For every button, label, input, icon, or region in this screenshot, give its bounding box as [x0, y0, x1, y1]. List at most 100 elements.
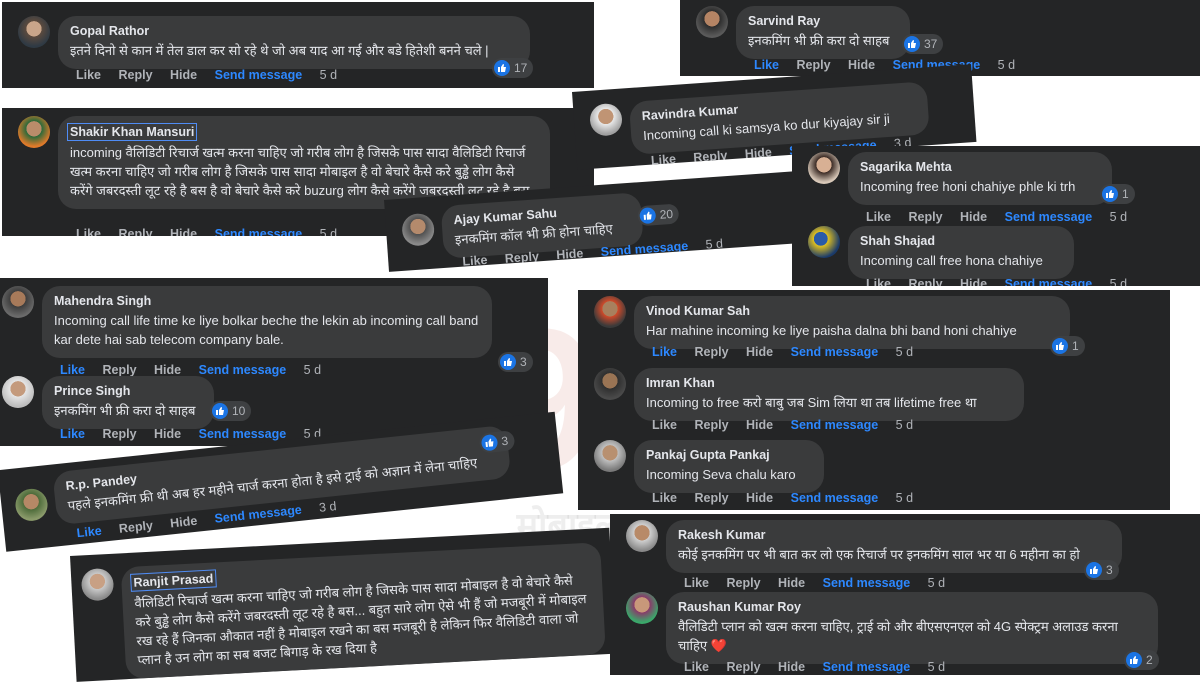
- send-message-button[interactable]: Send message: [1005, 210, 1093, 224]
- commenter-name[interactable]: Imran Khan: [646, 375, 1012, 391]
- like-button[interactable]: Like: [76, 68, 101, 82]
- reply-button[interactable]: Reply: [103, 363, 137, 377]
- hide-button[interactable]: Hide: [154, 363, 181, 377]
- avatar[interactable]: [13, 487, 50, 523]
- reply-button[interactable]: Reply: [693, 148, 728, 164]
- like-button[interactable]: Like: [462, 253, 488, 269]
- hide-button[interactable]: Hide: [778, 660, 805, 674]
- commenter-name[interactable]: Sagarika Mehta: [860, 159, 1100, 175]
- avatar[interactable]: [80, 567, 115, 602]
- avatar[interactable]: [594, 296, 626, 328]
- send-message-button[interactable]: Send message: [791, 345, 879, 359]
- hide-button[interactable]: Hide: [170, 68, 197, 82]
- avatar[interactable]: [18, 116, 50, 148]
- like-button[interactable]: Like: [650, 152, 676, 168]
- reply-button[interactable]: Reply: [119, 68, 153, 82]
- reply-button[interactable]: Reply: [727, 576, 761, 590]
- avatar[interactable]: [626, 592, 658, 624]
- commenter-name[interactable]: Pankaj Gupta Pankaj: [646, 447, 812, 463]
- commenter-name[interactable]: Raushan Kumar Roy: [678, 599, 1146, 615]
- comment-bubble: Shah Shajad Incoming call free hona chah…: [848, 226, 1074, 279]
- hide-button[interactable]: Hide: [960, 277, 987, 286]
- like-button[interactable]: Like: [60, 427, 85, 441]
- send-message-button[interactable]: Send message: [823, 660, 911, 674]
- like-button[interactable]: Like: [652, 491, 677, 505]
- send-message-button[interactable]: Send message: [199, 363, 287, 377]
- avatar[interactable]: [808, 152, 840, 184]
- comment-age: 5 d: [927, 576, 946, 590]
- hide-button[interactable]: Hide: [778, 576, 805, 590]
- avatar[interactable]: [18, 16, 50, 48]
- send-message-button[interactable]: Send message: [215, 227, 303, 236]
- send-message-button[interactable]: Send message: [215, 68, 303, 82]
- hide-button[interactable]: Hide: [170, 514, 198, 531]
- like-button[interactable]: Like: [652, 418, 677, 432]
- hide-button[interactable]: Hide: [746, 491, 773, 505]
- like-button[interactable]: Like: [652, 345, 677, 359]
- reaction-count[interactable]: 20: [637, 203, 680, 227]
- commenter-name[interactable]: Ranjit Prasad: [130, 569, 217, 592]
- hide-button[interactable]: Hide: [556, 246, 584, 262]
- hide-button[interactable]: Hide: [170, 227, 197, 236]
- like-button[interactable]: Like: [866, 277, 891, 286]
- like-button[interactable]: Like: [866, 210, 891, 224]
- avatar[interactable]: [2, 376, 34, 408]
- commenter-name[interactable]: Sarvind Ray: [748, 13, 898, 29]
- comment-actions: Like Reply Hide Send message 5 d: [60, 363, 335, 377]
- reaction-count[interactable]: 3: [1084, 560, 1119, 580]
- reply-button[interactable]: Reply: [504, 249, 539, 265]
- hide-button[interactable]: Hide: [744, 145, 772, 161]
- commenter-name[interactable]: Gopal Rathor: [70, 23, 518, 39]
- hide-button[interactable]: Hide: [746, 418, 773, 432]
- reply-button[interactable]: Reply: [103, 427, 137, 441]
- reply-button[interactable]: Reply: [695, 418, 729, 432]
- hide-button[interactable]: Hide: [848, 58, 875, 72]
- reaction-count[interactable]: 37: [902, 34, 944, 54]
- avatar[interactable]: [626, 520, 658, 552]
- commenter-name[interactable]: Prince Singh: [54, 383, 202, 399]
- send-message-button[interactable]: Send message: [823, 576, 911, 590]
- avatar[interactable]: [594, 440, 626, 472]
- reaction-count[interactable]: 3: [478, 430, 516, 454]
- reply-button[interactable]: Reply: [727, 660, 761, 674]
- like-button[interactable]: Like: [76, 227, 101, 236]
- reaction-count[interactable]: 2: [1124, 650, 1159, 670]
- commenter-name[interactable]: Mahendra Singh: [54, 293, 480, 309]
- hide-button[interactable]: Hide: [154, 427, 181, 441]
- send-message-button[interactable]: Send message: [791, 418, 879, 432]
- comment-panel-sagarika: Sagarika Mehta Incoming free honi chahiy…: [792, 146, 1200, 286]
- avatar[interactable]: [2, 286, 34, 318]
- reaction-count[interactable]: 10: [210, 401, 252, 421]
- avatar[interactable]: [588, 102, 624, 137]
- hide-button[interactable]: Hide: [746, 345, 773, 359]
- like-button[interactable]: Like: [76, 524, 102, 541]
- avatar[interactable]: [594, 368, 626, 400]
- comment-actions: Like Reply Hide Send message 5 d: [76, 68, 351, 82]
- reply-button[interactable]: Reply: [797, 58, 831, 72]
- like-button[interactable]: Like: [684, 660, 709, 674]
- like-button[interactable]: Like: [684, 576, 709, 590]
- send-message-button[interactable]: Send message: [791, 491, 879, 505]
- reply-button[interactable]: Reply: [695, 491, 729, 505]
- commenter-name[interactable]: Shah Shajad: [860, 233, 1062, 249]
- send-message-button[interactable]: Send message: [199, 427, 287, 441]
- reaction-count[interactable]: 1: [1100, 184, 1135, 204]
- reaction-count[interactable]: 17: [492, 58, 534, 78]
- hide-button[interactable]: Hide: [960, 210, 987, 224]
- commenter-name[interactable]: Rakesh Kumar: [678, 527, 1110, 543]
- reply-button[interactable]: Reply: [695, 345, 729, 359]
- commenter-name[interactable]: Shakir Khan Mansuri: [67, 123, 198, 141]
- avatar[interactable]: [808, 226, 840, 258]
- send-message-button[interactable]: Send message: [1005, 277, 1093, 286]
- reply-button[interactable]: Reply: [118, 518, 153, 535]
- avatar[interactable]: [401, 212, 436, 247]
- reaction-count[interactable]: 3: [498, 352, 533, 372]
- like-button[interactable]: Like: [60, 363, 85, 377]
- reply-button[interactable]: Reply: [909, 277, 943, 286]
- avatar[interactable]: [696, 6, 728, 38]
- like-button[interactable]: Like: [754, 58, 779, 72]
- reply-button[interactable]: Reply: [119, 227, 153, 236]
- reaction-count[interactable]: 1: [1050, 336, 1085, 356]
- reply-button[interactable]: Reply: [909, 210, 943, 224]
- commenter-name[interactable]: Vinod Kumar Sah: [646, 303, 1058, 319]
